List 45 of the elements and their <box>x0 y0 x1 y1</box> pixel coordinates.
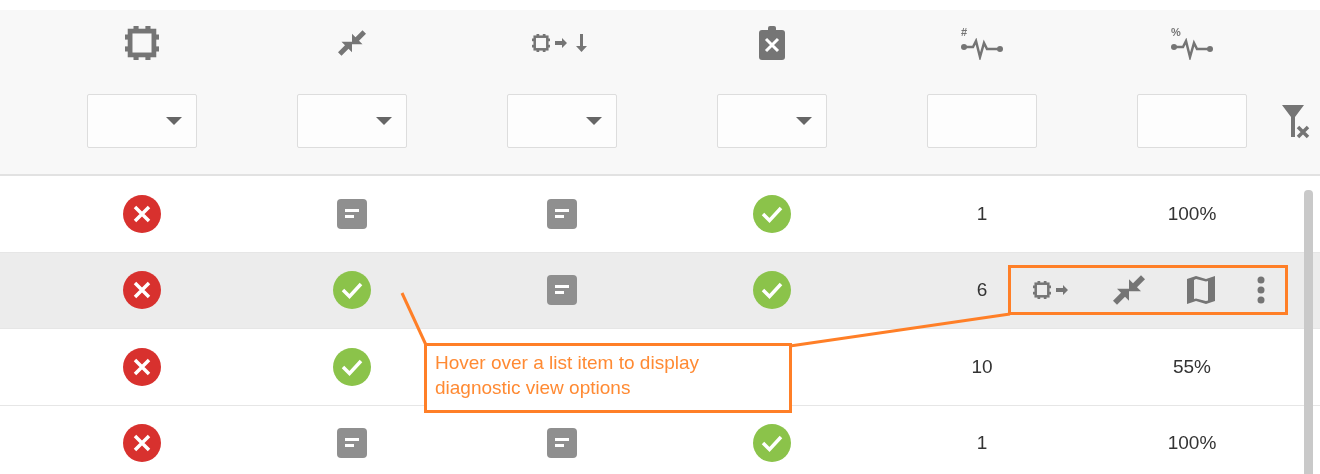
note-icon <box>337 428 367 459</box>
caret-icon <box>796 117 812 125</box>
filter-dropdown[interactable] <box>87 94 197 148</box>
table-row[interactable]: 6 <box>0 252 1320 329</box>
filter-dropdown[interactable] <box>717 94 827 148</box>
leader-line <box>400 292 428 346</box>
compress-arrows-icon <box>1112 273 1145 306</box>
check-icon <box>753 194 791 233</box>
chip-icon <box>124 25 160 61</box>
compress-action[interactable] <box>1112 273 1145 306</box>
caret-icon <box>586 117 602 125</box>
count-text: 10 <box>971 355 993 378</box>
count-text: 100% <box>1167 202 1217 225</box>
check-icon <box>753 271 791 310</box>
caret-icon <box>166 117 182 125</box>
error-icon <box>123 347 161 386</box>
more-vertical-icon <box>1256 275 1265 304</box>
check-icon <box>333 271 371 310</box>
check-icon <box>753 424 791 463</box>
filter-field[interactable] <box>1137 94 1247 148</box>
map-action[interactable] <box>1185 274 1216 305</box>
count-text: 6 <box>976 279 988 302</box>
note-icon <box>337 198 367 229</box>
filter-dropdown[interactable] <box>297 94 407 148</box>
caret-icon <box>376 117 392 125</box>
error-icon <box>123 424 161 463</box>
error-icon <box>123 194 161 233</box>
note-icon <box>547 275 577 306</box>
count-text: 1 <box>976 202 988 225</box>
note-icon <box>547 428 577 459</box>
count-text: 55% <box>1173 355 1211 378</box>
map-icon <box>1185 274 1216 305</box>
clear-filter-icon <box>1281 103 1311 139</box>
filter-dropdown[interactable] <box>507 94 617 148</box>
clipboard-x-icon <box>758 25 786 61</box>
scrollbar[interactable] <box>1304 190 1313 474</box>
check-icon <box>333 347 371 386</box>
compress-arrows-icon <box>338 29 366 57</box>
count-text: 1 <box>976 432 988 455</box>
callout-note: Hover over a list item to display diagnostic view options <box>424 343 792 413</box>
filter-field[interactable] <box>927 94 1037 148</box>
more-action[interactable] <box>1256 275 1265 304</box>
count-text: 100% <box>1167 432 1217 455</box>
note-icon <box>547 198 577 229</box>
error-icon <box>123 271 161 310</box>
